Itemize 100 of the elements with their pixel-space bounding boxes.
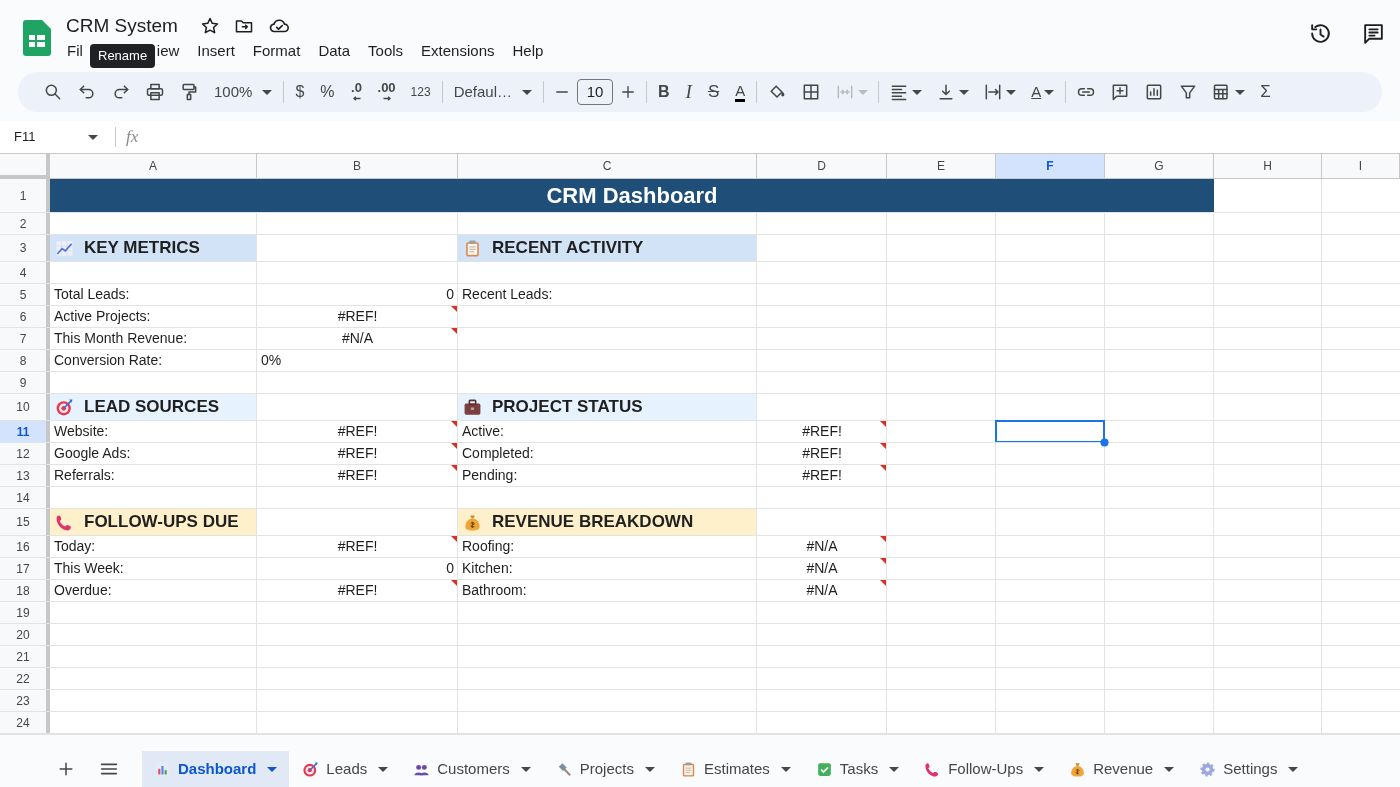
sheet-tab[interactable]: Tasks xyxy=(803,751,912,787)
menu-item[interactable]: Fil xyxy=(66,40,84,62)
font-size-field[interactable]: 10 xyxy=(577,79,613,105)
row-header[interactable]: 16 xyxy=(0,536,50,557)
row-header[interactable]: 14 xyxy=(0,487,50,508)
checkbox-icon xyxy=(815,760,833,778)
section-title: FOLLOW-UPS DUE xyxy=(84,511,239,534)
menu-item[interactable]: Tools xyxy=(367,40,405,62)
row-header[interactable]: 5 xyxy=(0,284,50,305)
toolbar-button[interactable]: 123 xyxy=(402,77,439,107)
row-header[interactable]: 7 xyxy=(0,328,50,349)
row-header[interactable]: 6 xyxy=(0,306,50,327)
table-cell-text: Website: xyxy=(54,422,109,441)
column-header[interactable]: D xyxy=(757,154,887,179)
row-header[interactable]: 24 xyxy=(0,712,50,733)
row-header[interactable]: 15 xyxy=(0,509,50,535)
row-header[interactable]: 4 xyxy=(0,262,50,283)
row-header[interactable]: 8 xyxy=(0,350,50,371)
row-header[interactable]: 23 xyxy=(0,690,50,711)
row-header[interactable]: 17 xyxy=(0,558,50,579)
name-box[interactable]: F11 xyxy=(0,127,105,147)
sheet-tab[interactable]: Customers xyxy=(401,751,543,787)
row-header[interactable]: 18 xyxy=(0,580,50,601)
toolbar-button[interactable]: % xyxy=(312,77,343,107)
section-title: RECENT ACTIVITY xyxy=(492,237,644,260)
decimal-button[interactable]: .0 xyxy=(342,77,371,107)
print-icon xyxy=(145,82,165,102)
document-title[interactable]: CRM System xyxy=(66,13,178,39)
table-cell-text: Active Projects: xyxy=(54,307,151,326)
column-header[interactable]: E xyxy=(887,154,996,179)
table-cell-text: #REF! xyxy=(337,466,378,485)
toolbar-button[interactable]: I xyxy=(677,77,700,107)
caret-icon xyxy=(522,89,532,95)
menu-item[interactable]: iew xyxy=(155,40,181,62)
menu-item[interactable]: Data xyxy=(317,40,352,62)
toolbar-button[interactable]: S xyxy=(699,77,728,107)
gear-icon xyxy=(1199,760,1217,778)
sheet-tab[interactable]: Settings xyxy=(1187,751,1311,787)
row-header[interactable]: 19 xyxy=(0,602,50,623)
star-icon[interactable] xyxy=(199,16,220,36)
sheet-tab[interactable]: Leads xyxy=(290,751,401,787)
caret-icon xyxy=(1034,766,1045,772)
row-header[interactable]: 9 xyxy=(0,372,50,393)
row-header[interactable]: 3 xyxy=(0,235,50,261)
increase-font-icon[interactable] xyxy=(619,83,637,101)
column-header[interactable]: F xyxy=(996,154,1105,179)
table-cell-text: This Month Revenue: xyxy=(54,329,188,348)
search-icon xyxy=(43,82,63,102)
column-header[interactable]: C xyxy=(458,154,757,179)
sheet-tab[interactable]: Projects xyxy=(543,751,667,787)
toolbar-button[interactable]: A xyxy=(727,77,754,107)
column-header[interactable]: G xyxy=(1105,154,1214,179)
row-header[interactable]: 13 xyxy=(0,465,50,486)
table-cell-text: Pending: xyxy=(462,466,518,485)
fill-handle[interactable] xyxy=(1100,438,1109,447)
row-header[interactable]: 22 xyxy=(0,668,50,689)
briefcase-icon xyxy=(463,397,482,417)
table-cell-text: #N/A xyxy=(806,559,838,578)
spreadsheet-logo[interactable] xyxy=(23,20,51,56)
decimal-button[interactable]: .00 xyxy=(370,77,403,107)
comment-icon[interactable] xyxy=(1361,21,1386,46)
row-header[interactable]: 20 xyxy=(0,624,50,645)
row-header[interactable]: 12 xyxy=(0,443,50,464)
row-header[interactable]: 21 xyxy=(0,646,50,667)
menu-item[interactable]: Insert xyxy=(196,40,236,62)
caret-icon xyxy=(780,766,791,772)
row-header[interactable]: 10 xyxy=(0,394,50,420)
sheet-tab[interactable]: Revenue xyxy=(1057,751,1187,787)
table-cell-text: This Week: xyxy=(54,559,124,578)
sheet-tab[interactable]: Dashboard xyxy=(142,751,290,787)
menu-item[interactable]: Extensions xyxy=(420,40,496,62)
table-cell-text: Completed: xyxy=(462,444,534,463)
row-header[interactable]: 1 xyxy=(0,179,50,212)
toolbar-button[interactable]: A xyxy=(1023,77,1063,107)
clipboard-icon xyxy=(463,238,482,258)
caret-icon xyxy=(520,766,531,772)
toolbar-button[interactable]: Σ xyxy=(1252,77,1279,107)
caret-icon xyxy=(644,766,655,772)
table-cell-text: #N/A xyxy=(806,581,838,600)
column-header[interactable]: A xyxy=(50,154,257,179)
sheet-tab[interactable]: Estimates xyxy=(667,751,803,787)
table-cell-text: #REF! xyxy=(802,444,842,463)
table-cell-text: #REF! xyxy=(802,422,842,441)
toolbar-button[interactable]: $ xyxy=(287,77,313,107)
column-header[interactable]: I xyxy=(1322,154,1400,179)
menu-item[interactable]: Format xyxy=(251,40,302,62)
section-title: KEY METRICS xyxy=(84,237,200,260)
sheet-tab[interactable]: Follow-Ups xyxy=(912,751,1057,787)
column-header[interactable]: H xyxy=(1214,154,1322,179)
toolbar-dropdown[interactable]: 100% xyxy=(206,77,281,107)
row-header[interactable]: 2 xyxy=(0,213,50,234)
table-cell-text: Conversion Rate: xyxy=(54,351,163,370)
trend-chart-icon xyxy=(55,238,74,258)
menu-item[interactable]: Help xyxy=(511,40,545,62)
row-header[interactable]: 11 xyxy=(0,421,50,442)
toolbar-dropdown[interactable]: Defaul… xyxy=(445,77,540,107)
toolbar-button[interactable]: B xyxy=(650,77,678,107)
formula-label: fx xyxy=(126,126,139,149)
history-icon[interactable] xyxy=(1308,21,1333,46)
column-header[interactable]: B xyxy=(257,154,458,179)
